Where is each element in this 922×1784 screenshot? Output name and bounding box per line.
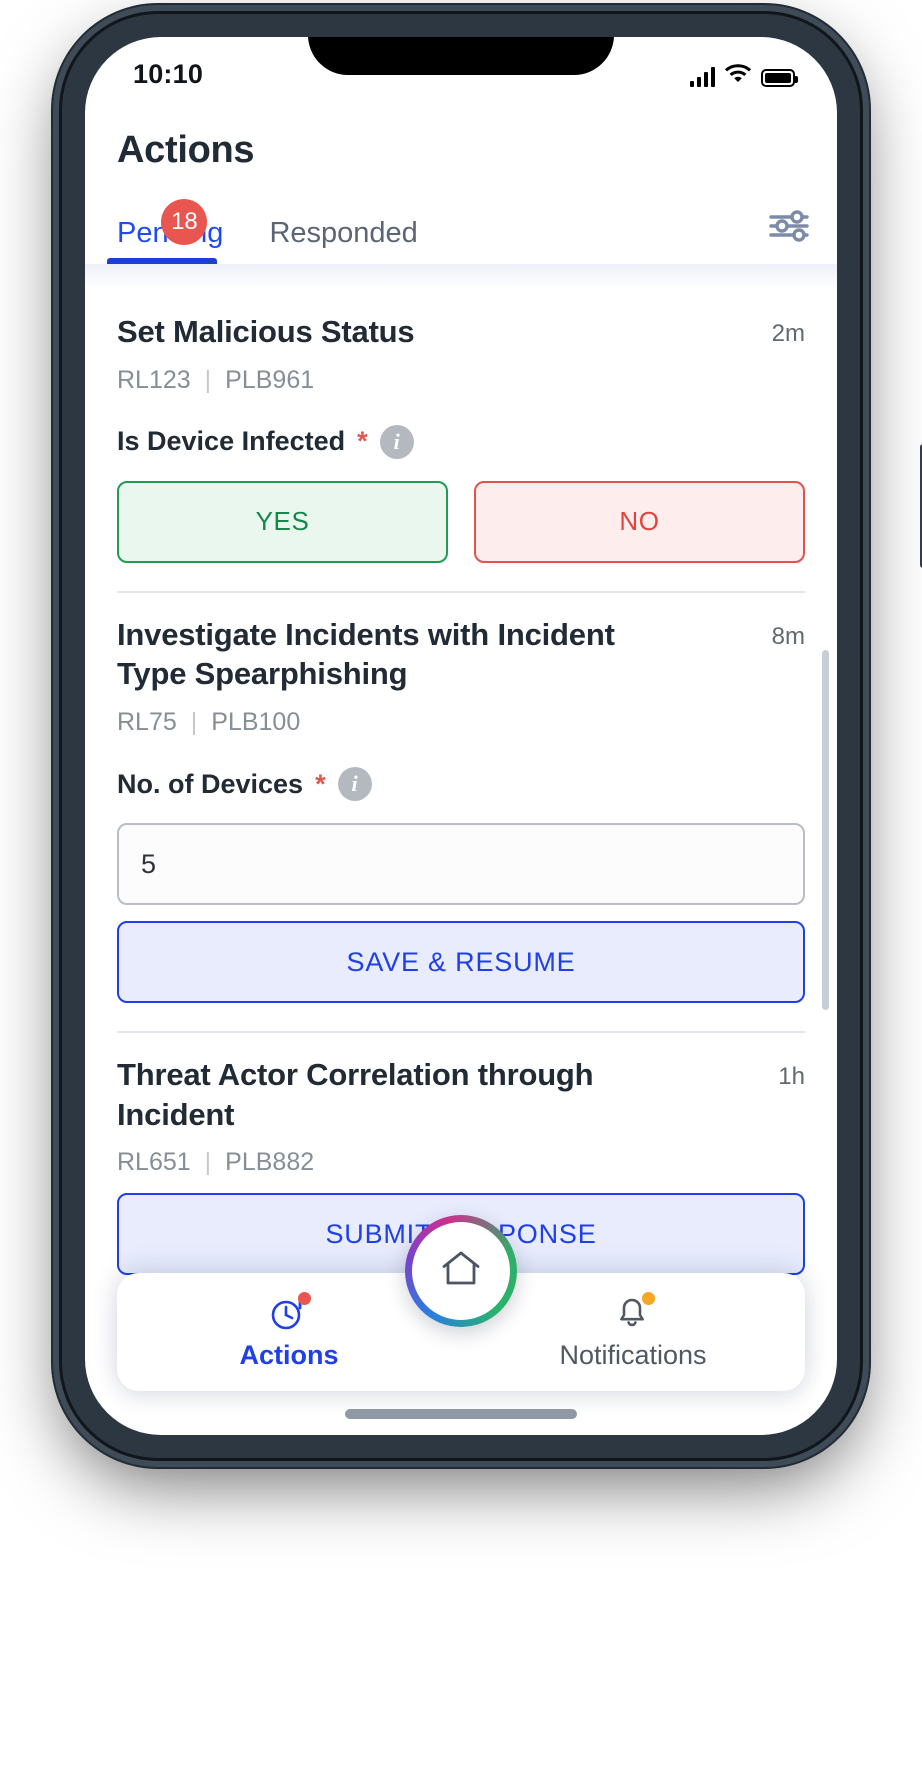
card-timestamp: 1h — [778, 1063, 805, 1091]
phone-screen: 10:10 Actions Pending 18 — [85, 37, 837, 1435]
no-button[interactable]: NO — [474, 480, 805, 563]
card-meta-rl: RL75 — [117, 708, 177, 737]
card-title: Investigate Incidents with Incident Type… — [117, 616, 615, 692]
nav-item-notifications[interactable]: Notifications — [461, 1292, 805, 1371]
save-and-resume-button[interactable]: SAVE & RESUME — [117, 921, 805, 1004]
vertical-scrollbar[interactable] — [822, 650, 829, 1010]
card-meta: RL123 | PLB961 — [117, 366, 805, 395]
status-time: 10:10 — [133, 59, 204, 89]
card-timestamp: 8m — [771, 622, 805, 650]
card-meta: RL75 | PLB100 — [117, 708, 805, 737]
battery-icon — [761, 69, 798, 87]
info-icon[interactable]: i — [379, 424, 414, 459]
home-button[interactable] — [405, 1215, 517, 1327]
actions-alert-dot — [298, 1292, 311, 1305]
field-label-row: No. of Devices * i — [117, 767, 805, 802]
required-marker: * — [357, 426, 368, 457]
status-icons — [689, 59, 798, 87]
tab-responded[interactable]: Responded — [269, 217, 417, 264]
card-meta-plb: PLB100 — [211, 708, 301, 737]
filter-sliders-icon[interactable] — [765, 206, 813, 246]
notifications-alert-dot — [642, 1292, 655, 1305]
card-title: Set Malicious Status — [117, 314, 415, 349]
card-meta-plb: PLB882 — [225, 1148, 315, 1177]
actions-list[interactable]: Set Malicious Status 2m RL123 | PLB961 I… — [85, 264, 837, 1358]
action-card[interactable]: Set Malicious Status 2m RL123 | PLB961 I… — [85, 290, 837, 563]
card-timestamp: 2m — [771, 320, 805, 347]
home-icon — [436, 1244, 486, 1299]
tab-bar: Pending 18 Responded — [85, 198, 837, 264]
card-header: Threat Actor Correlation through Inciden… — [117, 1033, 805, 1134]
clock-alert-icon — [269, 1292, 311, 1333]
card-meta-separator: | — [204, 1148, 212, 1177]
nav-item-actions-label: Actions — [239, 1340, 339, 1370]
card-meta-separator: | — [204, 365, 212, 394]
tab-responded-label: Responded — [269, 217, 418, 249]
info-icon[interactable]: i — [337, 767, 372, 802]
card-title: Threat Actor Correlation through Inciden… — [117, 1057, 594, 1132]
tab-pending[interactable]: Pending 18 — [106, 199, 223, 264]
cellular-signal-icon — [689, 67, 715, 87]
status-bar: 10:10 — [85, 37, 837, 111]
page-title: Actions — [117, 129, 255, 171]
yes-button[interactable]: YES — [117, 480, 448, 563]
field-label: Is Device Infected — [117, 426, 346, 457]
field-label: No. of Devices — [117, 768, 304, 799]
notch — [308, 37, 614, 75]
card-meta: RL651 | PLB882 — [117, 1148, 805, 1177]
list-top-shadow — [85, 264, 837, 290]
app-header: Actions Pending 18 Responded — [85, 111, 837, 264]
card-meta-rl: RL123 — [117, 365, 191, 394]
card-header: Set Malicious Status 2m — [117, 290, 805, 352]
home-indicator — [345, 1409, 577, 1419]
nav-item-actions[interactable]: Actions — [117, 1292, 461, 1371]
card-meta-plb: PLB961 — [225, 365, 315, 394]
nav-item-notifications-label: Notifications — [559, 1340, 707, 1370]
card-meta-rl: RL651 — [117, 1148, 191, 1177]
card-meta-separator: | — [190, 708, 198, 737]
bottom-navigation-area: Actions Notifications — [85, 1215, 837, 1435]
field-label-row: Is Device Infected * i — [117, 424, 805, 459]
card-header: Investigate Incidents with Incident Type… — [117, 593, 805, 694]
required-marker: * — [315, 768, 326, 799]
yes-no-group: YES NO — [117, 480, 805, 563]
action-card[interactable]: Investigate Incidents with Incident Type… — [85, 593, 837, 1004]
wifi-icon — [724, 61, 752, 87]
bell-icon — [613, 1292, 655, 1333]
home-button-inner — [412, 1222, 510, 1320]
no-of-devices-input[interactable]: 5 — [117, 823, 805, 906]
